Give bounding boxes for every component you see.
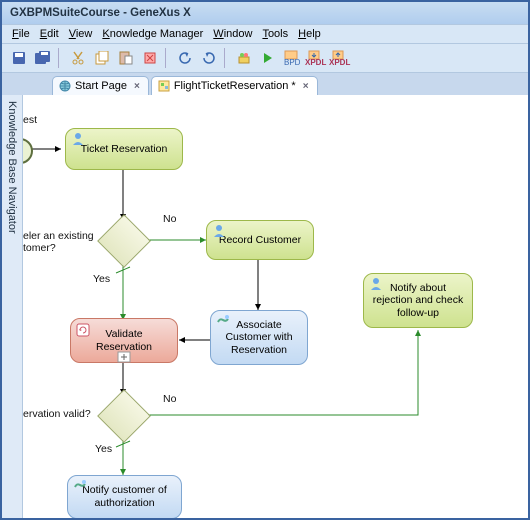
truncated-text: est	[23, 114, 37, 126]
gateway-label: eler an existing tomer?	[23, 230, 94, 254]
service-icon	[216, 314, 230, 328]
gateway-existing-customer[interactable]	[97, 214, 151, 268]
task-record-customer[interactable]: Record Customer	[206, 220, 314, 260]
separator	[224, 48, 229, 68]
tab-label: FlightTicketReservation *	[174, 80, 296, 92]
redo-button[interactable]	[198, 47, 220, 69]
edge-label-no: No	[163, 393, 176, 405]
diagram-canvas[interactable]: est Ticket Reservation eler an existing …	[23, 95, 528, 518]
xpdl-export-button[interactable]: XPDL	[329, 47, 351, 69]
task-notify-rejection[interactable]: Notify about rejection and check follow-…	[363, 273, 473, 328]
edge-label-yes: Yes	[95, 443, 112, 455]
paste-button[interactable]	[115, 47, 137, 69]
build-button[interactable]	[233, 47, 255, 69]
start-event[interactable]	[23, 138, 33, 164]
service-icon	[73, 479, 87, 493]
task-notify-authorization[interactable]: Notify customer of authorization	[67, 475, 182, 518]
edge-label-yes: Yes	[93, 273, 110, 285]
menubar: File Edit View Knowledge Manager Window …	[2, 24, 528, 44]
svg-text:XPDL: XPDL	[329, 58, 350, 66]
user-icon	[369, 277, 383, 291]
user-icon	[71, 132, 85, 146]
svg-text:XPDL: XPDL	[305, 58, 326, 66]
menu-knowledge-manager[interactable]: Knowledge Manager	[102, 28, 203, 40]
task-ticket-reservation[interactable]: Ticket Reservation	[65, 128, 183, 170]
delete-button[interactable]	[139, 47, 161, 69]
menu-view[interactable]: View	[69, 28, 93, 40]
save-button[interactable]	[8, 47, 30, 69]
separator	[165, 48, 170, 68]
tab-start-page[interactable]: Start Page ×	[52, 76, 149, 95]
menu-window[interactable]: Window	[213, 28, 252, 40]
close-icon[interactable]: ×	[134, 81, 140, 92]
gateway-reservation-valid[interactable]	[97, 389, 151, 443]
knowledge-base-navigator[interactable]: Knowledge Base Navigator	[2, 95, 23, 518]
globe-icon	[59, 80, 71, 92]
menu-tools[interactable]: Tools	[262, 28, 288, 40]
svg-text:BPD: BPD	[284, 58, 301, 66]
menu-help[interactable]: Help	[298, 28, 321, 40]
close-icon[interactable]: ×	[303, 81, 309, 92]
toolbar: BPD XPDL XPDL	[2, 44, 528, 73]
bpd-button[interactable]: BPD	[281, 47, 303, 69]
tab-flight-ticket-reservation[interactable]: FlightTicketReservation * ×	[151, 76, 318, 95]
tab-label: Start Page	[75, 80, 127, 92]
cut-button[interactable]	[67, 47, 89, 69]
gateway-label: ervation valid?	[23, 408, 91, 420]
app-window: GXBPMSuiteCourse - GeneXus X File Edit V…	[0, 0, 530, 520]
subprocess-icon	[76, 323, 90, 337]
titlebar: GXBPMSuiteCourse - GeneXus X	[2, 2, 528, 24]
task-associate-customer[interactable]: Associate Customer with Reservation	[210, 310, 308, 365]
separator	[58, 48, 63, 68]
copy-button[interactable]	[91, 47, 113, 69]
menu-file[interactable]: File	[12, 28, 30, 40]
save-all-button[interactable]	[32, 47, 54, 69]
edge-label-no: No	[163, 213, 176, 225]
subprocess-validate-reservation[interactable]: Validate Reservation	[70, 318, 178, 363]
expand-icon[interactable]	[117, 351, 131, 363]
content-area: Knowledge Base Navigator	[2, 95, 528, 518]
diagram-icon	[158, 80, 170, 92]
tabbar: Start Page × FlightTicketReservation * ×	[2, 73, 528, 95]
menu-edit[interactable]: Edit	[40, 28, 59, 40]
xpdl-import-button[interactable]: XPDL	[305, 47, 327, 69]
user-icon	[212, 224, 226, 238]
run-button[interactable]	[257, 47, 279, 69]
undo-button[interactable]	[174, 47, 196, 69]
